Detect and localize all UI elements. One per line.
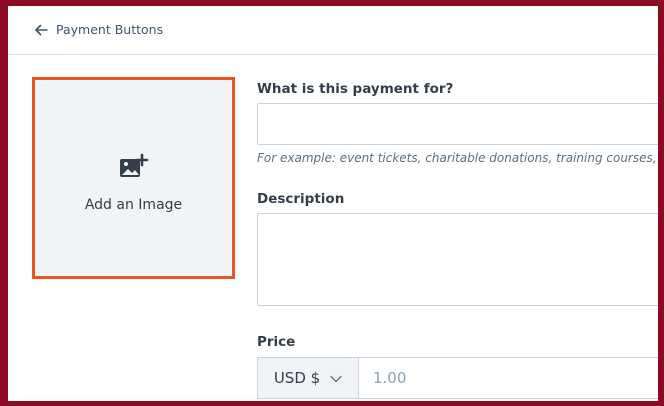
description-textarea[interactable] <box>257 213 658 306</box>
payment-for-hint: For example: event tickets, charitable d… <box>257 151 657 165</box>
payment-for-label: What is this payment for? <box>257 81 454 97</box>
price-field: USD $ 1.00 <box>257 357 658 399</box>
add-image-label: Add an Image <box>84 197 183 213</box>
add-image-button[interactable]: Add an Image <box>32 77 235 279</box>
payment-for-input[interactable] <box>257 103 658 145</box>
back-to-payment-buttons-link[interactable]: Payment Buttons <box>34 22 163 37</box>
price-label: Price <box>257 334 296 350</box>
price-input[interactable]: 1.00 <box>359 358 658 398</box>
back-link-label: Payment Buttons <box>56 22 164 37</box>
app-window: Payment Buttons Add an Image What is thi… <box>8 6 658 401</box>
chevron-down-icon <box>330 369 342 387</box>
description-label: Description <box>257 191 345 207</box>
header-bar: Payment Buttons <box>8 6 658 55</box>
add-image-icon <box>119 153 149 185</box>
currency-select[interactable]: USD $ <box>258 358 359 398</box>
price-placeholder: 1.00 <box>373 369 407 387</box>
currency-value: USD $ <box>273 369 321 387</box>
arrow-left-icon <box>34 24 48 36</box>
